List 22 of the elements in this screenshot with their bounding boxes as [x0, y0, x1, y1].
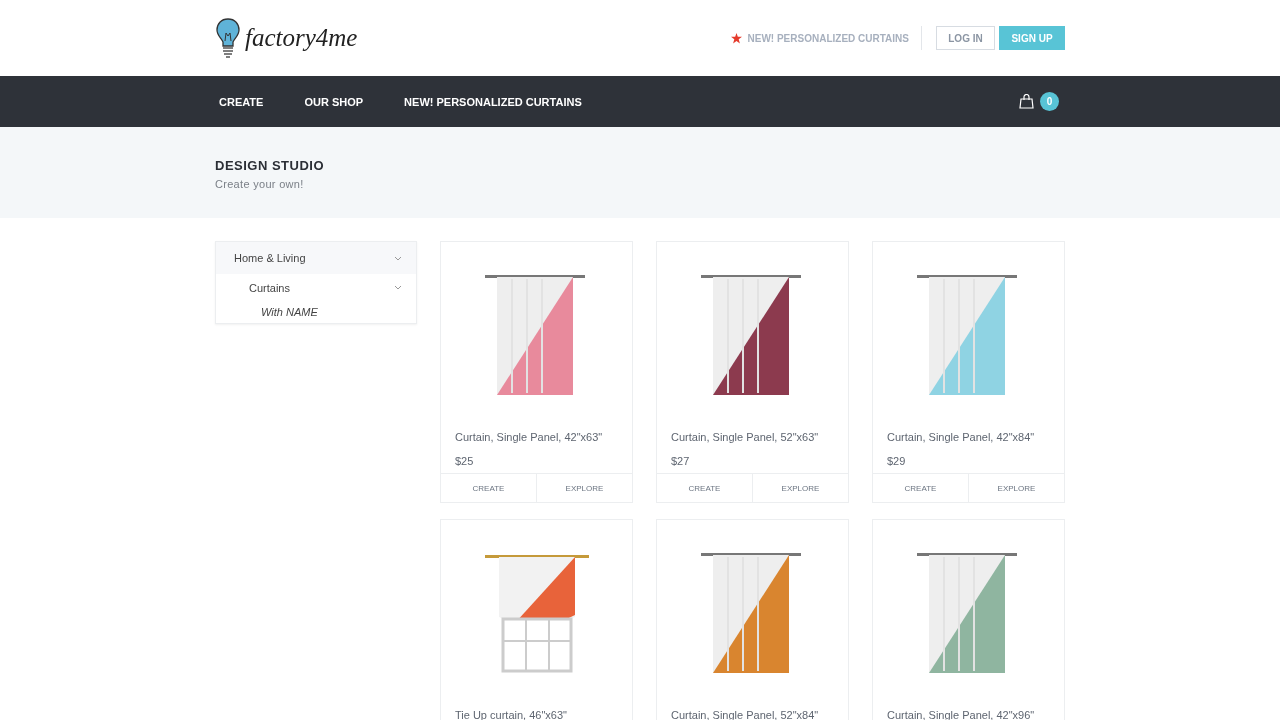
cart-count-badge: 0 — [1040, 92, 1059, 111]
product-price: $29 — [887, 455, 907, 467]
light-bulb-icon — [215, 17, 241, 59]
page-subtitle: Create your own! — [215, 178, 305, 190]
product-price: $27 — [671, 455, 691, 467]
star-icon — [730, 32, 742, 44]
chevron-down-icon[interactable] — [394, 285, 402, 290]
product-title[interactable]: Curtain, Single Panel, 52"x63" — [671, 431, 834, 443]
shopping-bag-icon[interactable] — [1019, 94, 1034, 109]
page-title: DESIGN STUDIO — [215, 158, 326, 173]
login-button[interactable]: LOG IN — [936, 26, 995, 50]
nav-link[interactable]: OUR SHOP — [300, 95, 364, 108]
product-price: $25 — [455, 455, 475, 467]
category-item[interactable]: With NAME — [216, 301, 416, 323]
nav-link[interactable]: NEW! PERSONALIZED CURTAINS — [400, 95, 582, 108]
category-item[interactable]: Home & Living — [216, 242, 416, 274]
chevron-down-icon[interactable] — [394, 255, 402, 261]
logo-text[interactable]: factory4me — [245, 24, 358, 52]
product-title[interactable]: Curtain, Single Panel, 42"x84" — [887, 431, 1050, 443]
category-item[interactable]: Curtains — [216, 274, 416, 301]
nav-link[interactable]: CREATE — [215, 95, 264, 108]
product-title[interactable]: Curtain, Single Panel, 42"x63" — [455, 431, 618, 443]
